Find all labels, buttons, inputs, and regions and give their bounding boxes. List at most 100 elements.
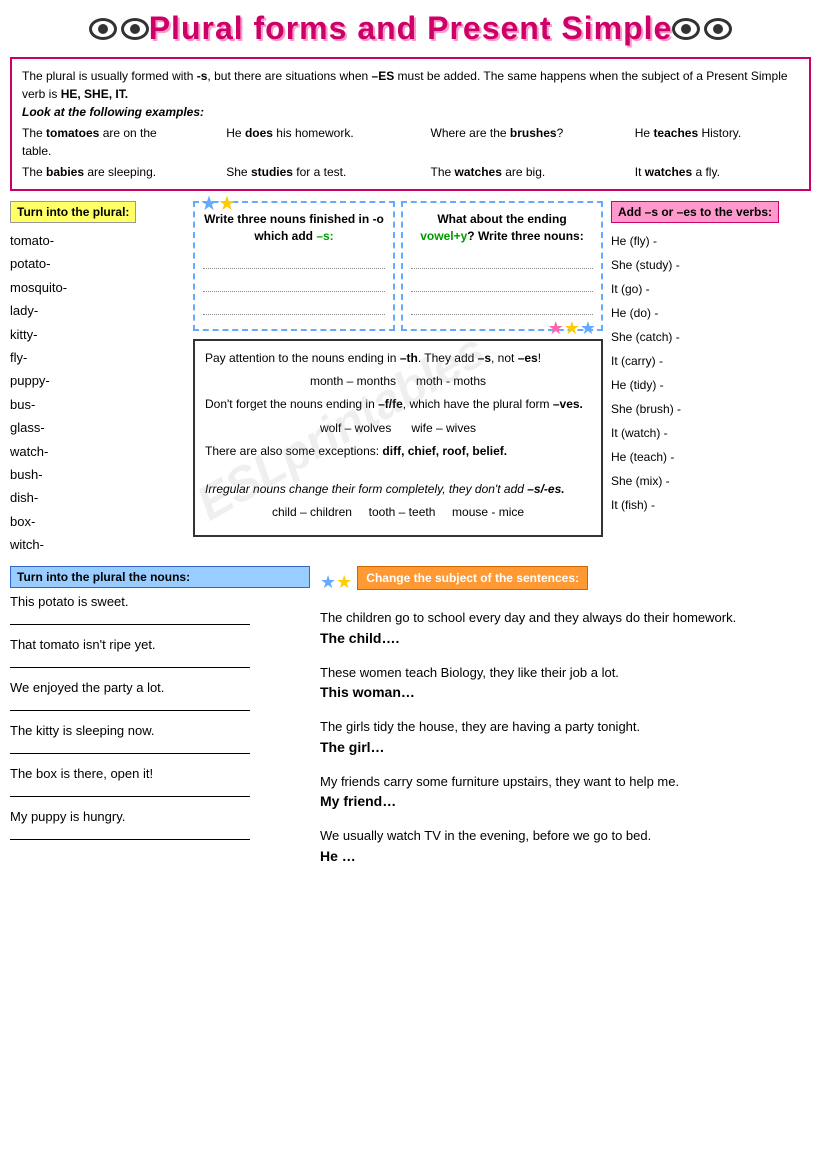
list-item: She (catch) -: [611, 325, 811, 349]
list-item: It (go) -: [611, 277, 811, 301]
answer-line-4[interactable]: [411, 251, 593, 269]
turn-plural-header: Turn into the plural:: [10, 201, 136, 223]
list-item: watch-: [10, 440, 185, 463]
sentence-text-2: That tomato isn't ripe yet.: [10, 637, 156, 652]
example-1: The tomatoes are on the table.: [22, 124, 186, 160]
list-item: She (brush) -: [611, 397, 811, 421]
bottom-section: Turn into the plural the nouns: This pot…: [10, 566, 811, 881]
original-sentence-3: The girls tidy the house, they are havin…: [320, 717, 811, 737]
change-subject-header: Change the subject of the sentences:: [357, 566, 588, 590]
eyes-right: [672, 18, 732, 40]
answer-line-1[interactable]: [203, 251, 385, 269]
answer-line-1[interactable]: [10, 613, 250, 625]
prompt-5: He …: [320, 846, 811, 867]
star-decoration-2: ★★★: [548, 318, 596, 339]
info-text: The plural is usually formed with -s, bu…: [22, 67, 799, 103]
eyes-left: [89, 18, 149, 40]
sentence-item-3: We enjoyed the party a lot.: [10, 680, 310, 711]
answer-line-6[interactable]: [411, 297, 593, 315]
verb-list: He (fly) - She (study) - It (go) - He (d…: [611, 229, 811, 517]
original-sentence-1: The children go to school every day and …: [320, 608, 811, 628]
list-item: She (study) -: [611, 253, 811, 277]
sentence-text-3: We enjoyed the party a lot.: [10, 680, 164, 695]
prompt-4: My friend…: [320, 791, 811, 812]
list-item: dish-: [10, 486, 185, 509]
answer-line-3[interactable]: [203, 297, 385, 315]
answer-line-5[interactable]: [10, 785, 250, 797]
eye-icon-4: [704, 18, 732, 40]
bottom-right: ★★ Change the subject of the sentences: …: [320, 566, 811, 881]
example-7: The watches are big.: [431, 163, 595, 181]
list-item: He (teach) -: [611, 445, 811, 469]
example-3: Where are the brushes?: [431, 124, 595, 160]
list-item: glass-: [10, 416, 185, 439]
note-line-1: Pay attention to the nouns ending in –th…: [205, 349, 591, 368]
note-box: Pay attention to the nouns ending in –th…: [193, 339, 603, 537]
list-item: witch-: [10, 533, 185, 556]
prompt-1: The child….: [320, 628, 811, 649]
example-5: The babies are sleeping.: [22, 163, 186, 181]
add-verbs-header: Add –s or –es to the verbs:: [611, 201, 779, 223]
change-subject-item-5: We usually watch TV in the evening, befo…: [320, 826, 811, 867]
answer-line-2[interactable]: [10, 656, 250, 668]
answer-line-4[interactable]: [10, 742, 250, 754]
plural-word-list: tomato- potato- mosquito- lady- kitty- f…: [10, 229, 185, 556]
note-line-7: child – children tooth – teeth mouse - m…: [205, 503, 591, 522]
answer-line-5[interactable]: [411, 274, 593, 292]
list-item: He (tidy) -: [611, 373, 811, 397]
list-item: She (mix) -: [611, 469, 811, 493]
list-item: box-: [10, 510, 185, 533]
page-header: Plural forms and Present Simple: [10, 10, 811, 47]
sentence-item-5: The box is there, open it!: [10, 766, 310, 797]
star-decoration-1: ★★: [200, 191, 236, 216]
list-item: puppy-: [10, 369, 185, 392]
eye-icon-3: [672, 18, 700, 40]
examples-row2: The babies are sleeping. She studies for…: [22, 163, 799, 181]
main-content: Turn into the plural: tomato- potato- mo…: [10, 201, 811, 556]
mid-top-boxes: Write three nouns finished in -o which a…: [193, 201, 603, 331]
note-line-3: Don't forget the nouns ending in –f/fe, …: [205, 395, 591, 414]
answer-line-3[interactable]: [10, 699, 250, 711]
examples-label: Look at the following examples:: [22, 103, 799, 121]
note-line-2: month – months moth - moths: [205, 372, 591, 391]
write-nouns-o-box: Write three nouns finished in -o which a…: [193, 201, 395, 331]
change-subject-item-3: The girls tidy the house, they are havin…: [320, 717, 811, 758]
examples-row1: The tomatoes are on the table. He does h…: [22, 124, 799, 160]
info-box: The plural is usually formed with -s, bu…: [10, 57, 811, 191]
note-line-5: There are also some exceptions: diff, ch…: [205, 442, 591, 461]
list-item: potato-: [10, 252, 185, 275]
sentence-item-6: My puppy is hungry.: [10, 809, 310, 840]
list-item: bus-: [10, 393, 185, 416]
right-column: Add –s or –es to the verbs: He (fly) - S…: [611, 201, 811, 556]
sentence-text-4: The kitty is sleeping now.: [10, 723, 155, 738]
list-item: It (watch) -: [611, 421, 811, 445]
list-item: mosquito-: [10, 276, 185, 299]
sentence-text-6: My puppy is hungry.: [10, 809, 125, 824]
eye-icon-1: [89, 18, 117, 40]
original-sentence-4: My friends carry some furniture upstairs…: [320, 772, 811, 792]
bottom-left: Turn into the plural the nouns: This pot…: [10, 566, 310, 881]
star-deco-header: ★★: [320, 572, 352, 593]
prompt-3: The girl…: [320, 737, 811, 758]
write-nouns-o-title: Write three nouns finished in -o which a…: [203, 211, 385, 245]
answer-line-6[interactable]: [10, 828, 250, 840]
left-column: Turn into the plural: tomato- potato- mo…: [10, 201, 185, 556]
sentence-item-4: The kitty is sleeping now.: [10, 723, 310, 754]
example-4: He teaches History.: [635, 124, 799, 160]
list-item: It (carry) -: [611, 349, 811, 373]
list-item: lady-: [10, 299, 185, 322]
page-title: Plural forms and Present Simple: [149, 10, 673, 47]
note-line-6: Irregular nouns change their form comple…: [205, 480, 591, 499]
sentence-text-1: This potato is sweet.: [10, 594, 129, 609]
write-nouns-vowel-box: What about the ending vowel+y? Write thr…: [401, 201, 603, 331]
change-subject-header-row: ★★ Change the subject of the sentences:: [320, 566, 811, 598]
change-subject-item-2: These women teach Biology, they like the…: [320, 663, 811, 704]
list-item: fly-: [10, 346, 185, 369]
note-line-4: wolf – wolves wife – wives: [205, 419, 591, 438]
original-sentence-5: We usually watch TV in the evening, befo…: [320, 826, 811, 846]
list-item: He (fly) -: [611, 229, 811, 253]
answer-line-2[interactable]: [203, 274, 385, 292]
list-item: He (do) -: [611, 301, 811, 325]
change-subject-item-4: My friends carry some furniture upstairs…: [320, 772, 811, 813]
list-item: tomato-: [10, 229, 185, 252]
